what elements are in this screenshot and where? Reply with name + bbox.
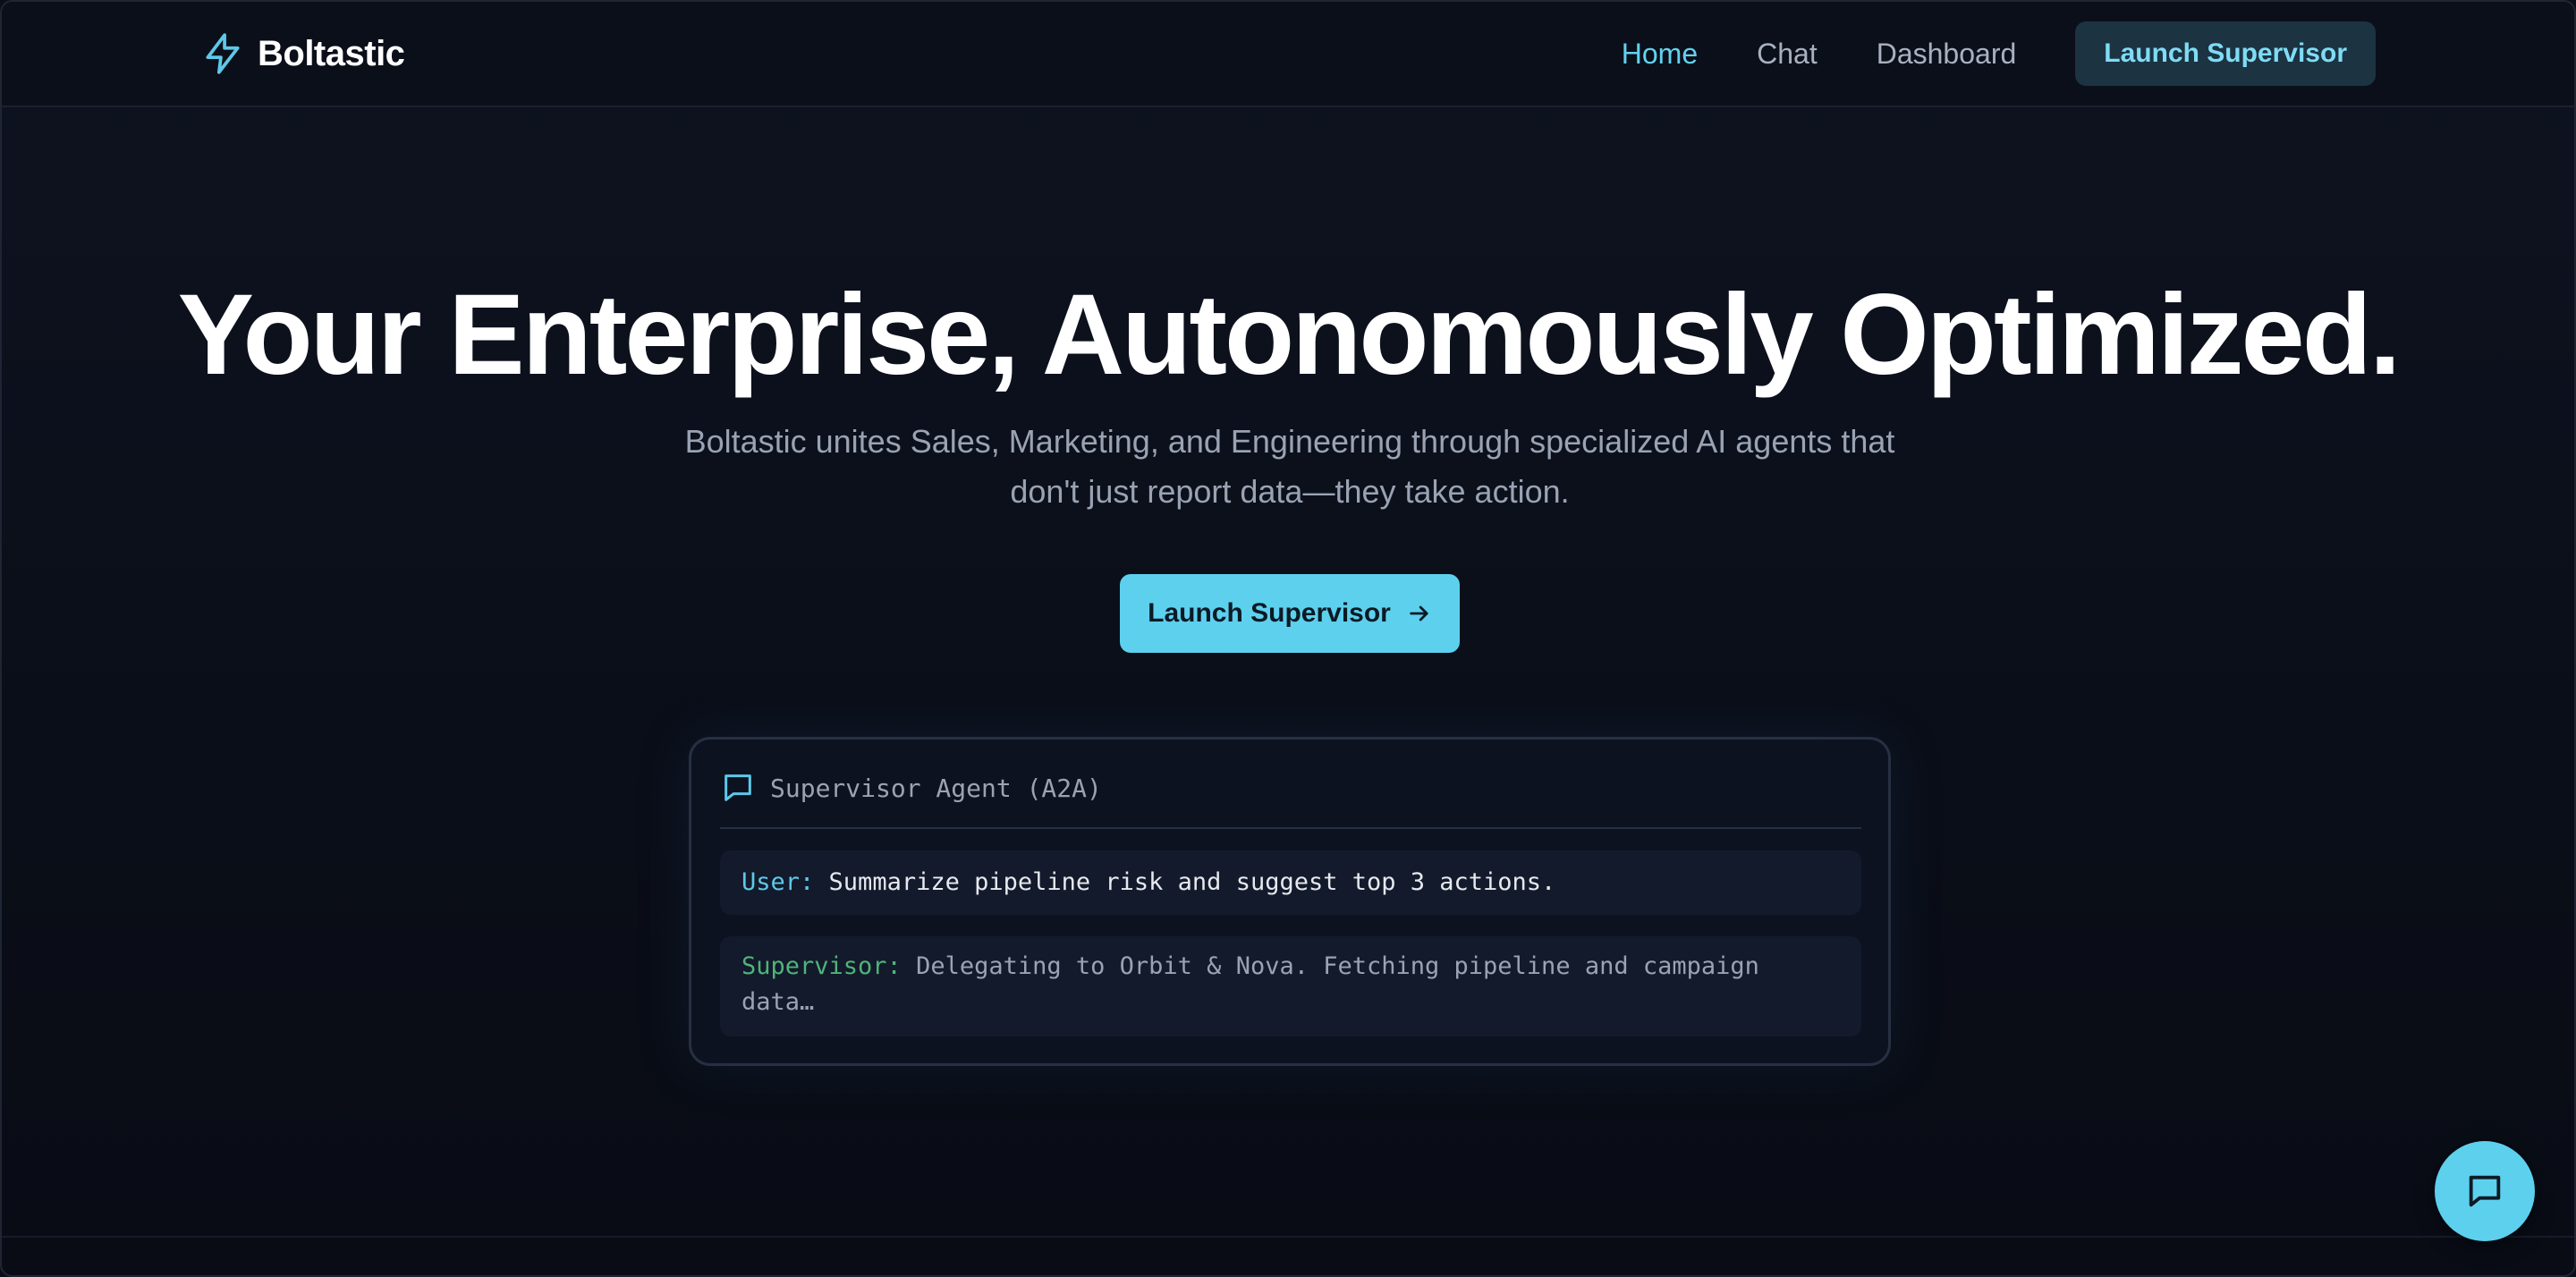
nav-launch-supervisor-button[interactable]: Launch Supervisor [2075,21,2376,86]
supervisor-chat-preview: Supervisor Agent (A2A) User: Summarize p… [689,737,1891,1066]
nav-link-chat[interactable]: Chat [1757,38,1818,71]
hero-cta-label: Launch Supervisor [1148,598,1391,628]
hero-launch-supervisor-button[interactable]: Launch Supervisor [1120,574,1460,653]
arrow-right-icon [1410,605,1428,622]
brand-name: Boltastic [258,33,405,73]
message-text: Summarize pipeline risk and suggest top … [828,868,1556,896]
brand-logo[interactable]: Boltastic [200,27,405,80]
chat-preview-header: Supervisor Agent (A2A) [720,766,1861,809]
bolt-icon [206,33,240,74]
chat-message-user: User: Summarize pipeline risk and sugges… [720,850,1861,915]
chat-message-supervisor: Supervisor: Delegating to Orbit & Nova. … [720,936,1861,1036]
message-role: Supervisor: [741,952,902,980]
divider [720,827,1861,829]
hero-title: Your Enterprise, Autonomously Optimized. [177,271,2402,399]
chat-bubble-icon [724,774,751,801]
top-navbar: Boltastic Home Chat Dashboard Launch Sup… [2,2,2574,107]
open-chat-fab-button[interactable] [2435,1141,2535,1241]
app-window: Boltastic Home Chat Dashboard Launch Sup… [0,0,2576,1277]
hero-subtitle: Boltastic unites Sales, Marketing, and E… [684,423,1895,510]
message-role: User: [741,868,815,896]
footer-divider [2,1236,2574,1238]
nav-link-home[interactable]: Home [1622,38,1698,71]
nav-link-dashboard[interactable]: Dashboard [1877,38,2017,71]
chat-preview-title: Supervisor Agent (A2A) [770,773,1102,803]
nav-links: Home Chat Dashboard Launch Supervisor [1622,21,2376,86]
chat-bubble-icon [2469,1175,2501,1207]
